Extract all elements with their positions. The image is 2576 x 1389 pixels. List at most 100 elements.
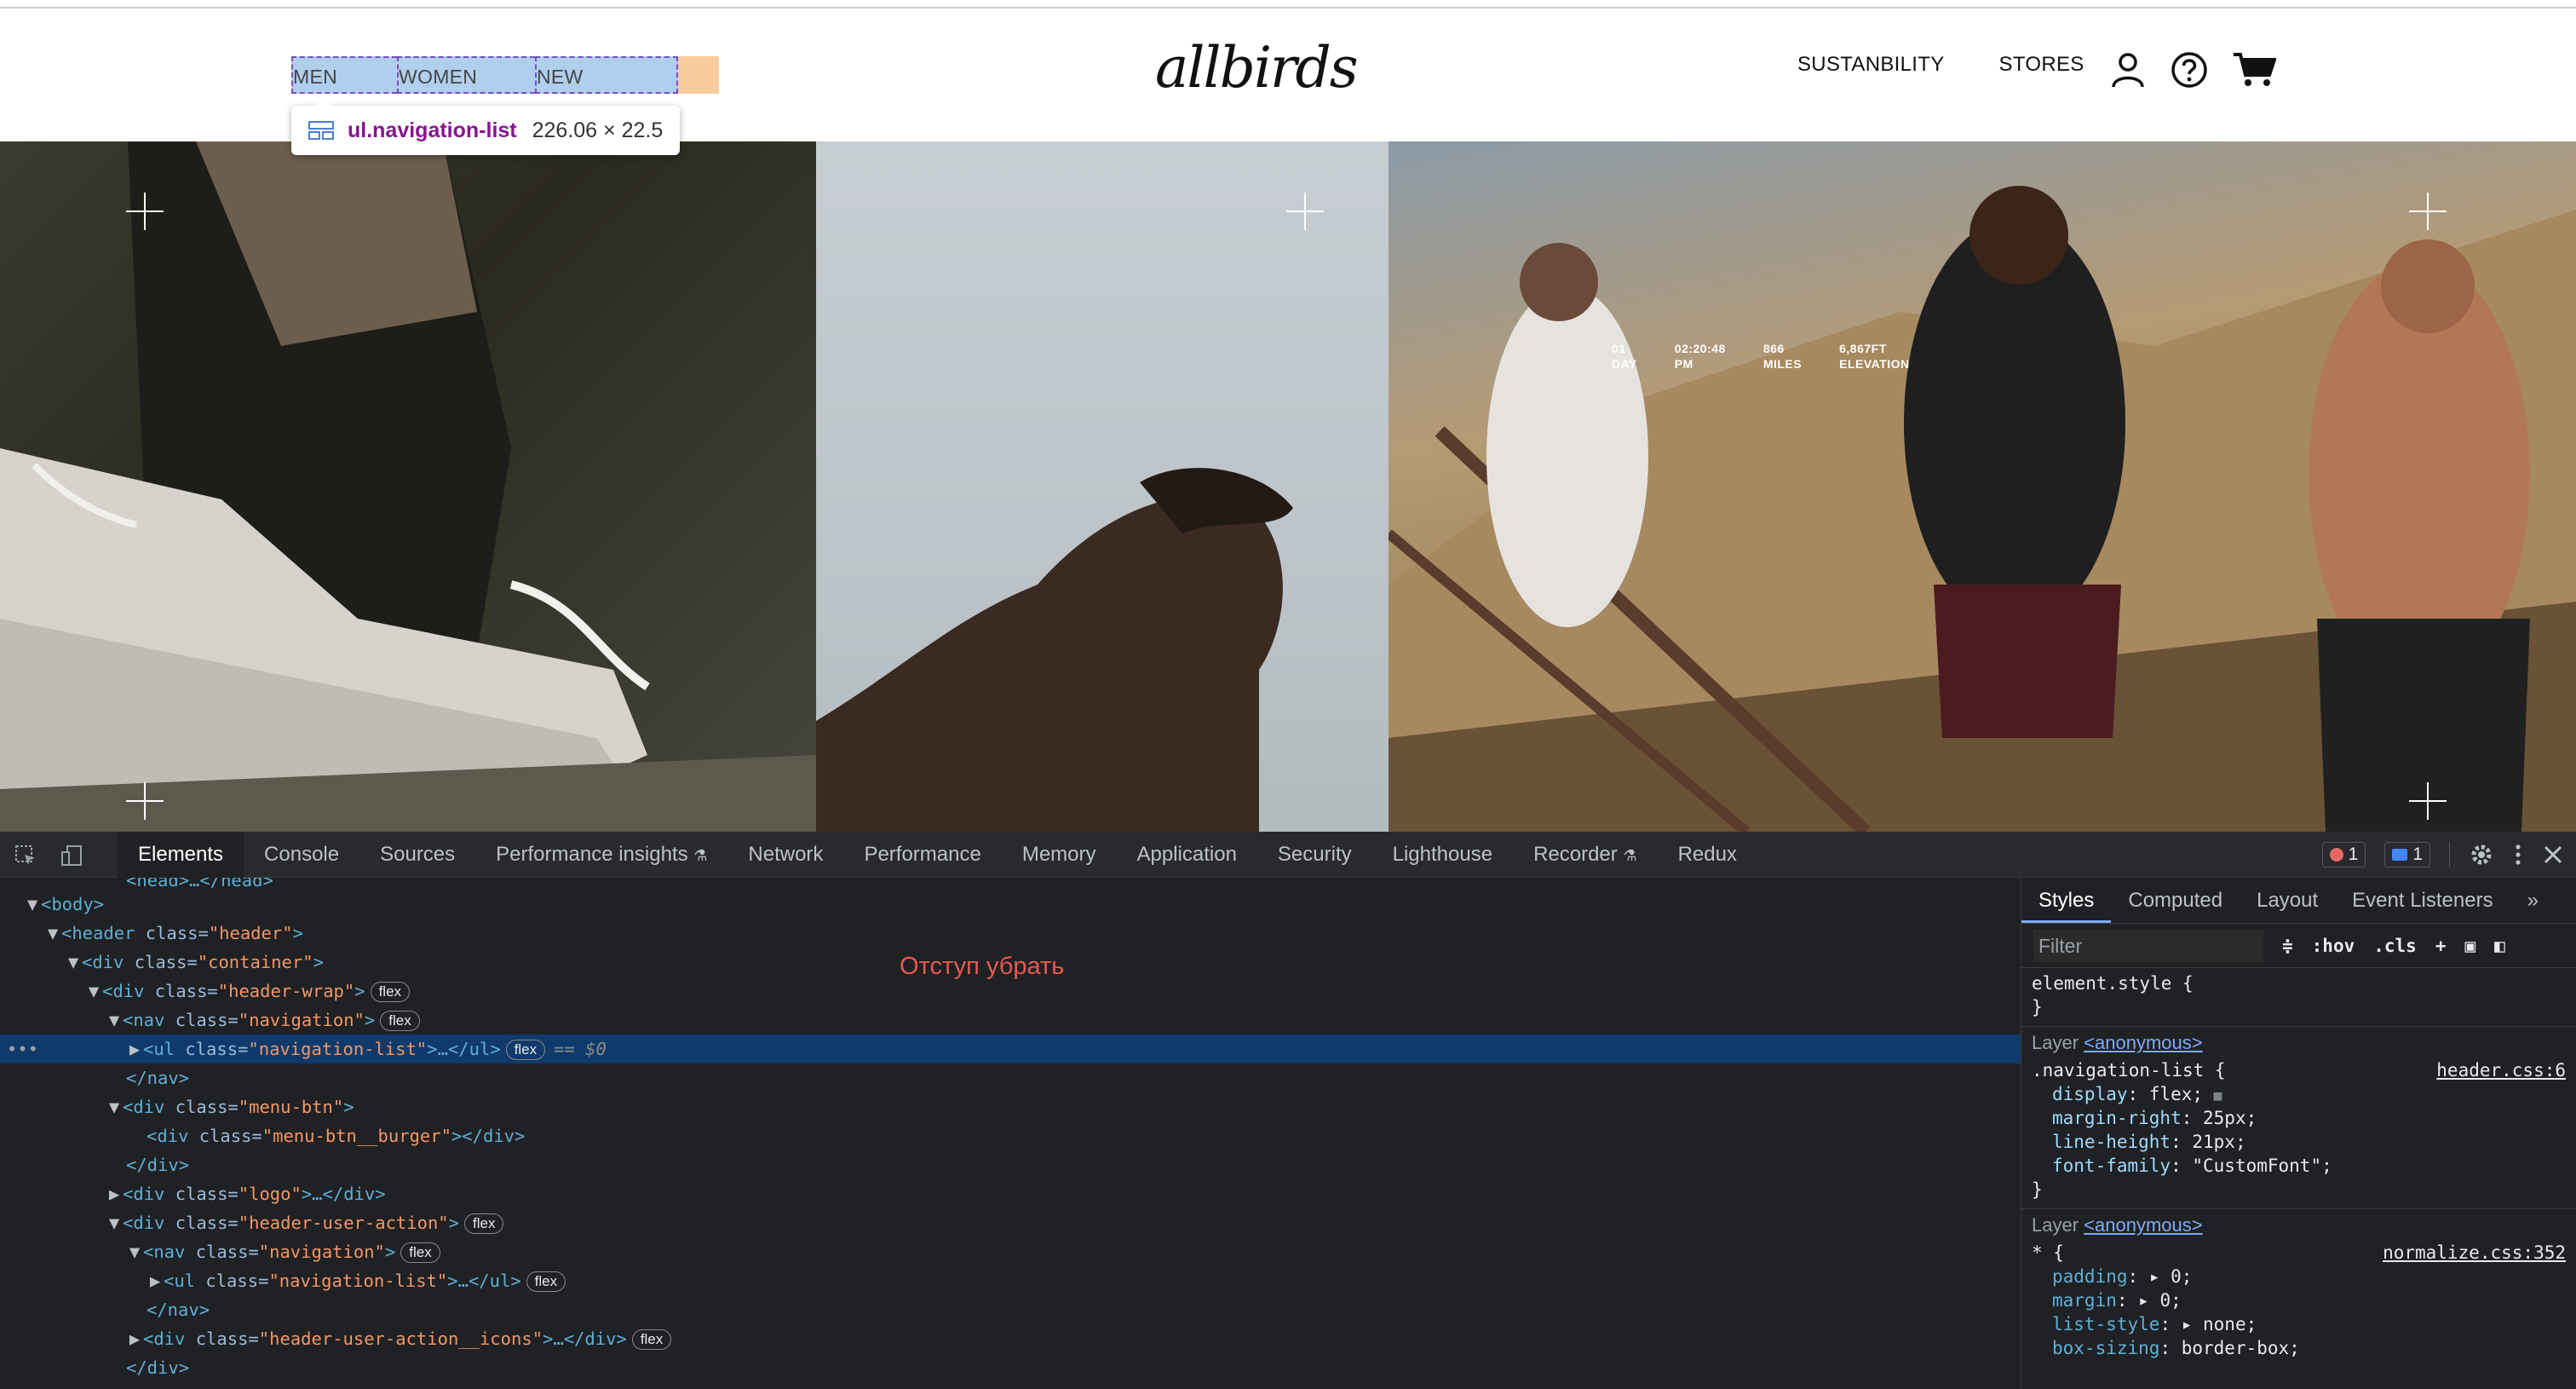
inspect-element-icon[interactable]	[14, 844, 37, 867]
css-property[interactable]: margin: ▸ 0;	[2032, 1288, 2566, 1312]
cls-toggle[interactable]: .cls	[2373, 936, 2417, 956]
tab-redux[interactable]: Redux	[1658, 832, 1757, 878]
dom-node-div-close[interactable]: </div>	[0, 1150, 2021, 1179]
layer-anonymous-link[interactable]: <anonymous>	[2084, 1032, 2202, 1053]
allbirds-logo[interactable]: allbirds	[1155, 34, 1368, 112]
dom-node-navigation-list-2[interactable]: ▶ <ul class="navigation-list">…</ul> flex	[0, 1266, 2021, 1295]
source-link[interactable]: header.css:6	[2436, 1058, 2566, 1082]
css-property[interactable]: padding: ▸ 0;	[2032, 1265, 2566, 1288]
tab-security[interactable]: Security	[1257, 832, 1372, 878]
logo-text: allbirds	[1155, 35, 1357, 101]
rule-selector[interactable]: .navigation-list {header.css:6	[2032, 1058, 2566, 1082]
element-highlight-margin	[678, 56, 719, 94]
source-link[interactable]: normalize.css:352	[2383, 1241, 2566, 1265]
portrait-illustration	[816, 468, 1293, 832]
element-style-selector[interactable]: element.style {	[2032, 971, 2566, 995]
hero-banner: 01 DAY 02:20:48 PM 866 MILES 6,867FT ELEVATI…	[0, 141, 2576, 832]
cart-icon[interactable]	[2232, 51, 2276, 89]
flex-badge[interactable]: flex	[505, 1040, 546, 1060]
tab-console[interactable]: Console	[244, 832, 359, 878]
tab-computed[interactable]: Computed	[2111, 878, 2240, 923]
paint-icon[interactable]: ▣	[2464, 936, 2475, 956]
crosshair-icon	[2409, 782, 2447, 820]
message-badge[interactable]: 1	[2384, 842, 2430, 867]
rule-close-brace: }	[2032, 1179, 2043, 1200]
pseudo-state-icon[interactable]: ≑	[2282, 936, 2293, 956]
dom-node-nav-close-2[interactable]: </nav>	[0, 1295, 2021, 1324]
dom-node-icons[interactable]: ▶ <div class="header-user-action__icons">…	[0, 1324, 2021, 1353]
tab-performance-insights[interactable]: Performance insights ⚗	[475, 832, 727, 878]
tab-recorder[interactable]: Recorder ⚗	[1513, 832, 1658, 878]
tab-application[interactable]: Application	[1117, 832, 1257, 878]
flex-badge[interactable]: flex	[631, 1329, 672, 1350]
selected-marker: == $0	[554, 1039, 607, 1059]
tab-layout[interactable]: Layout	[2240, 878, 2335, 923]
node-actions-icon[interactable]: •••	[7, 1035, 38, 1063]
error-badge[interactable]: 1	[2321, 842, 2366, 867]
tab-network[interactable]: Network	[727, 832, 843, 878]
nav-item-sustainability[interactable]: SUSTANBILITY	[1797, 53, 1945, 77]
flex-badge[interactable]: flex	[400, 1242, 440, 1263]
dom-node-header[interactable]: ▼ <header class="header">	[0, 919, 2021, 948]
dom-node-logo[interactable]: ▶ <div class="logo">…</div>	[0, 1179, 2021, 1208]
flex-badge[interactable]: flex	[380, 1011, 420, 1031]
dom-node-user-action[interactable]: ▼ <div class="header-user-action"> flex	[0, 1208, 2021, 1237]
tab-sources[interactable]: Sources	[359, 832, 475, 878]
css-property[interactable]: list-style: ▸ none;	[2032, 1312, 2566, 1336]
new-rule-icon[interactable]: +	[2435, 936, 2447, 956]
styles-filter-input[interactable]: Filter	[2033, 929, 2263, 962]
styles-filter-bar: Filter ≑ :hov .cls + ▣ ◧	[2021, 924, 2576, 968]
css-property[interactable]: margin-right: 25px;	[2032, 1106, 2566, 1130]
error-icon	[2329, 848, 2343, 862]
tab-lighthouse[interactable]: Lighthouse	[1372, 832, 1513, 878]
dom-node-div-close-3[interactable]: </div>	[0, 1382, 2021, 1389]
flex-badge[interactable]: flex	[370, 982, 411, 1002]
css-property[interactable]: display: flex; ▦	[2032, 1082, 2566, 1106]
annotation-note: Отступ убрать	[900, 953, 1065, 980]
secondary-navigation: SUSTANBILITY STORES	[1797, 53, 2084, 77]
css-property[interactable]: line-height: 21px;	[2032, 1130, 2566, 1154]
nav-item-stores[interactable]: STORES	[1999, 53, 2084, 77]
layer-anonymous-link[interactable]: <anonymous>	[2084, 1214, 2202, 1236]
css-property[interactable]: font-family: "CustomFont";	[2032, 1154, 2566, 1178]
nav-item-men[interactable]: MEN	[291, 56, 397, 94]
css-property[interactable]: box-sizing: border-box;	[2032, 1336, 2566, 1360]
dom-node-header-wrap[interactable]: ▼ <div class="header-wrap"> flex	[0, 977, 2021, 1006]
dom-node-nav[interactable]: ▼ <nav class="navigation"> flex	[0, 1006, 2021, 1035]
hero-image-runners	[1389, 141, 2576, 832]
dom-node-div-close-2[interactable]: </div>	[0, 1353, 2021, 1382]
more-options-icon[interactable]	[2513, 842, 2523, 867]
rule-selector[interactable]: * {normalize.css:352	[2032, 1241, 2566, 1265]
dom-node-body[interactable]: ▼ <body>	[0, 890, 2021, 919]
nav-item-new-arrivals[interactable]: NEW ARRIVALS	[535, 56, 678, 125]
tooltip-size: 226.06 × 22.5	[532, 118, 664, 142]
flexbox-editor-icon[interactable]: ▦	[2214, 1087, 2222, 1104]
help-icon[interactable]	[2171, 51, 2208, 89]
tab-event-listeners[interactable]: Event Listeners	[2335, 878, 2510, 923]
primary-navigation: MEN WOMEN NEW ARRIVALS	[291, 56, 678, 125]
flex-badge[interactable]: flex	[526, 1271, 566, 1292]
device-toolbar-icon[interactable]	[60, 844, 83, 867]
tab-styles[interactable]: Styles	[2021, 878, 2112, 923]
layer-label: Layer <anonymous>	[2021, 1208, 2576, 1241]
nav-item-women[interactable]: WOMEN	[397, 56, 535, 94]
dom-node-navigation-list-selected[interactable]: ••• ▶ <ul class="navigation-list">…</ul> fl…	[0, 1035, 2021, 1063]
dom-node-burger[interactable]: <div class="menu-btn__burger"></div>	[0, 1121, 2021, 1150]
dom-node-menu-btn[interactable]: ▼ <div class="menu-btn">	[0, 1092, 2021, 1121]
sidebar-toggle-icon[interactable]: ◧	[2494, 936, 2505, 956]
dom-node-nav-close[interactable]: </nav>	[0, 1063, 2021, 1092]
tab-memory[interactable]: Memory	[1002, 832, 1117, 878]
tab-elements[interactable]: Elements	[118, 832, 244, 878]
navigation-list-rule: .navigation-list {header.css:6 display: …	[2021, 1058, 2576, 1202]
stat-elevation: 6,867FT ELEVATION	[1839, 342, 1910, 371]
dom-node-nav-2[interactable]: ▼ <nav class="navigation"> flex	[0, 1237, 2021, 1266]
more-tabs-icon[interactable]: »	[2510, 878, 2556, 923]
hov-toggle[interactable]: :hov	[2312, 936, 2355, 956]
shoe-illustration	[0, 141, 816, 832]
flex-badge[interactable]: flex	[463, 1213, 504, 1234]
settings-gear-icon[interactable]	[2469, 842, 2494, 867]
close-icon[interactable]	[2542, 844, 2564, 866]
tab-performance[interactable]: Performance	[843, 832, 1001, 878]
user-icon[interactable]	[2109, 51, 2147, 89]
toolbar-divider	[2449, 842, 2450, 867]
